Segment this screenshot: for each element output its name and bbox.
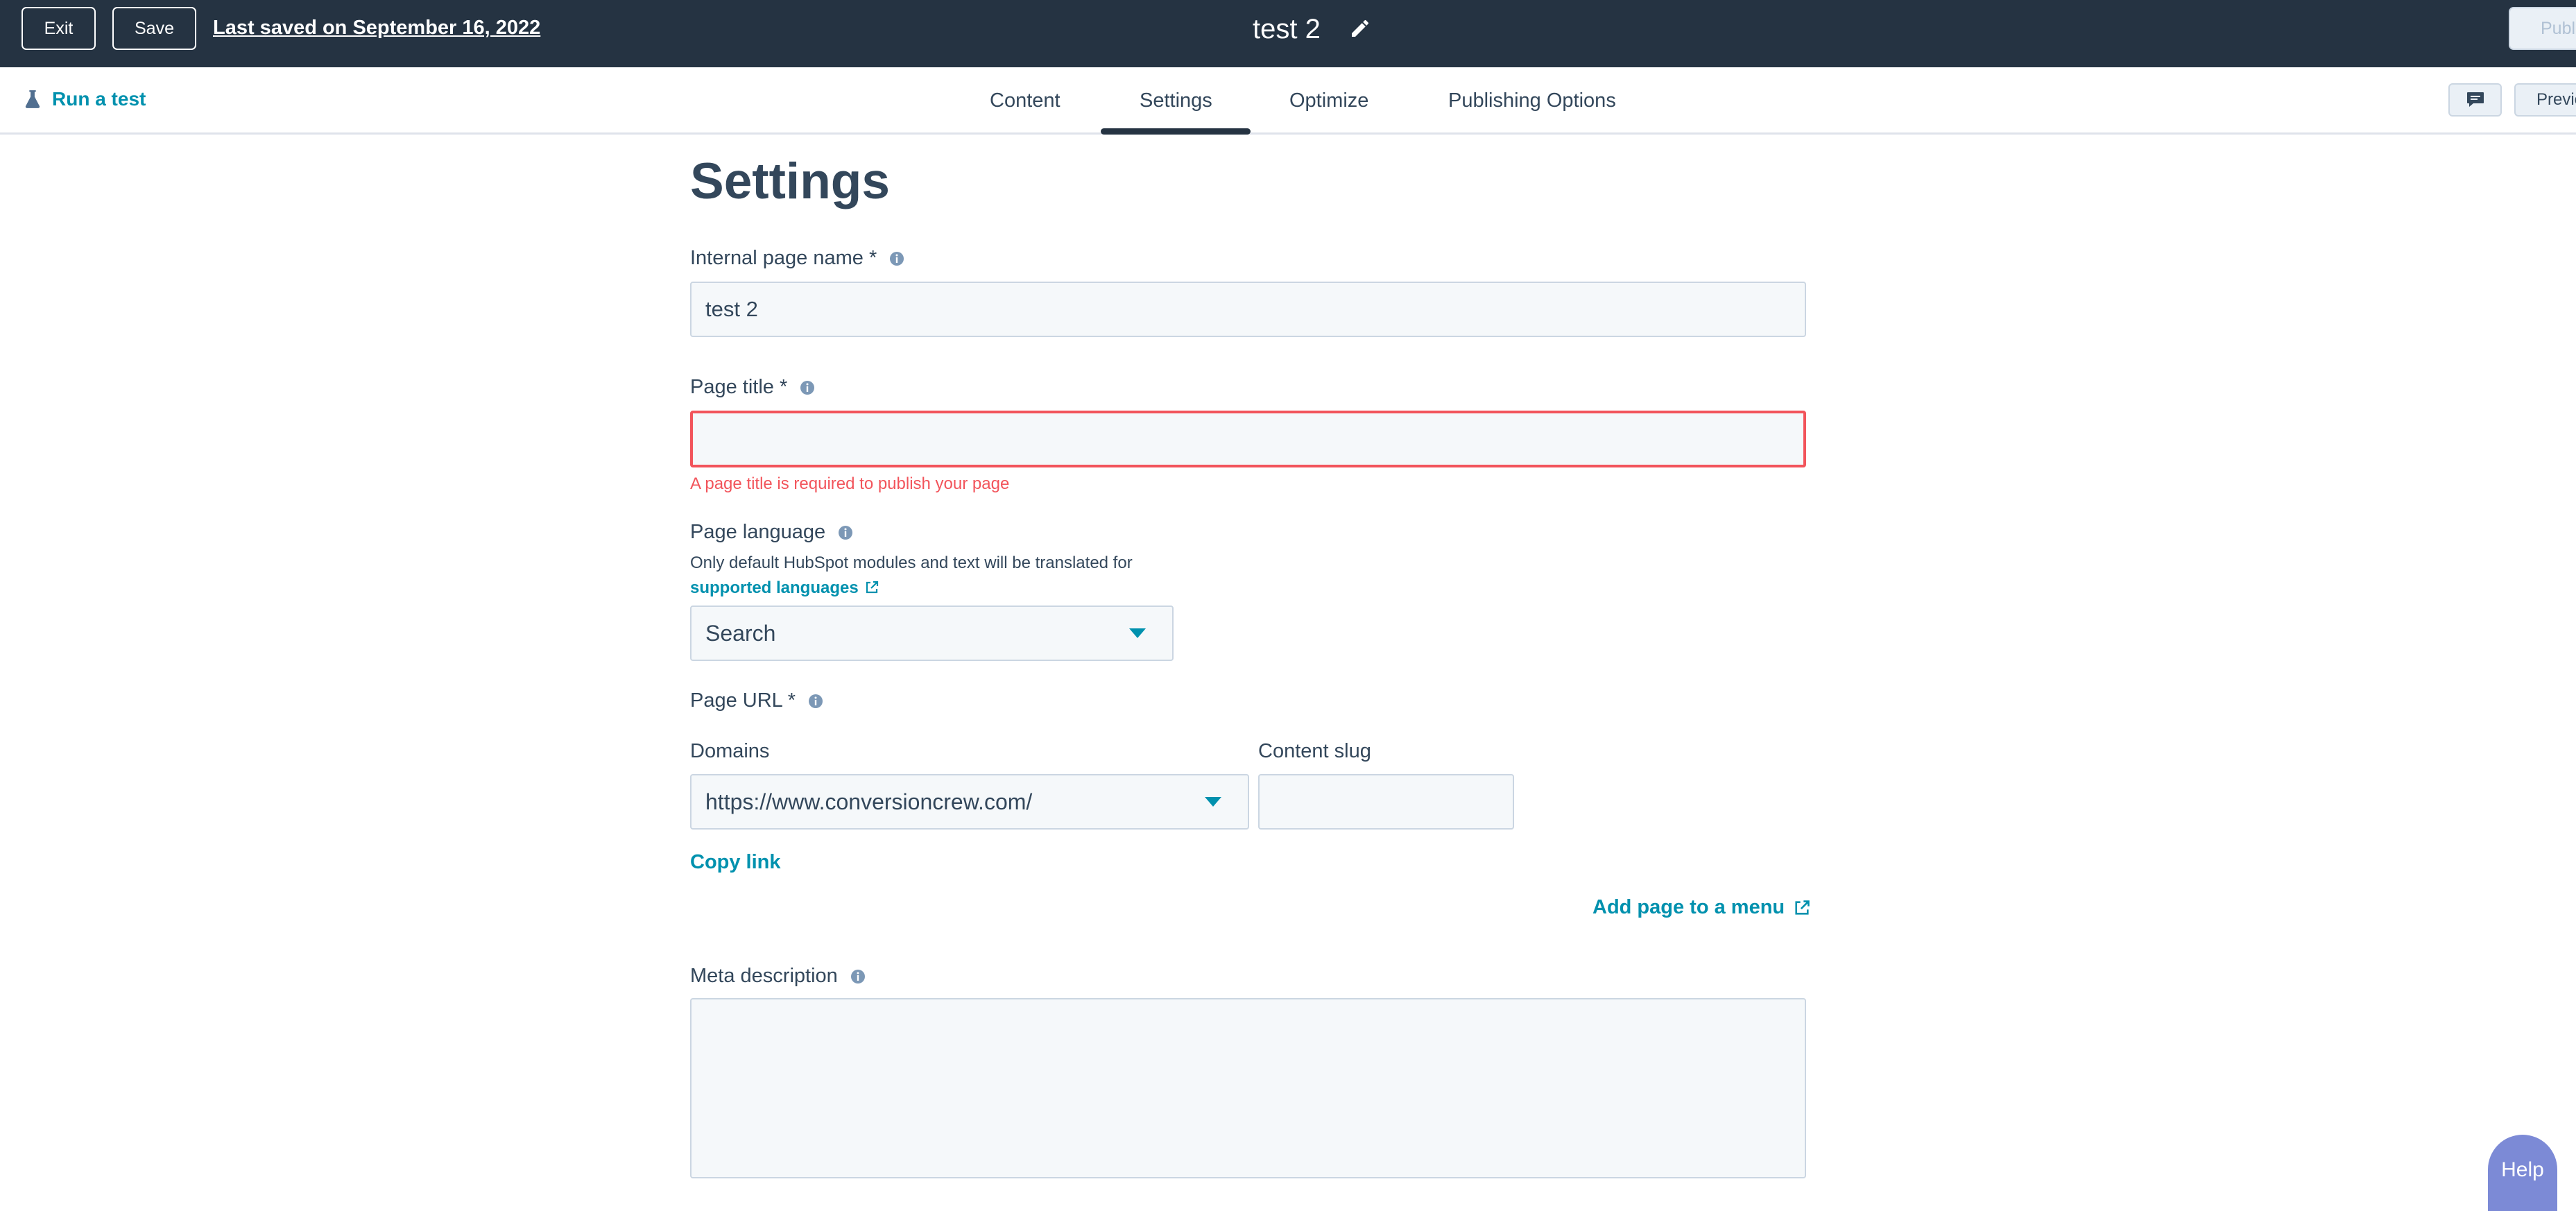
info-icon[interactable] [838,525,853,540]
internal-page-name-label-text: Internal page name * [690,247,877,269]
page-language-help: Only default HubSpot modules and text wi… [690,551,1133,601]
external-link-icon [866,581,878,594]
external-link-icon [1795,900,1810,915]
caret-down-icon [1205,797,1221,807]
meta-description-textarea[interactable] [690,998,1806,1178]
tab-bar: Run a test Content Settings Optimize Pub… [0,67,2576,135]
page-title-label-text: Page title * [690,376,788,398]
page-language-help-text: Only default HubSpot modules and text wi… [690,553,1133,572]
meta-description-label-text: Meta description [690,965,838,987]
page-heading: Settings [690,153,890,209]
add-page-to-menu-label: Add page to a menu [1592,896,1785,918]
page-title-label: Page title * [690,376,815,399]
info-icon[interactable] [808,694,823,709]
help-button[interactable]: Help [2488,1135,2557,1211]
copy-link[interactable]: Copy link [690,851,781,874]
page-title-input[interactable] [690,411,1806,467]
tab-publishing-options[interactable]: Publishing Options [1448,89,1616,112]
comment-button[interactable] [2448,83,2502,117]
content-slug-label: Content slug [1258,740,1371,762]
page-url-label-text: Page URL * [690,689,796,712]
run-a-test-link[interactable]: Run a test [24,88,146,110]
comment-icon [2466,92,2484,107]
save-button[interactable]: Save [112,7,196,50]
publish-button[interactable]: Publish [2509,7,2576,50]
active-tab-indicator [1101,128,1251,135]
page-title-error: A page title is required to publish your… [690,474,1010,493]
last-saved-link[interactable]: Last saved on September 16, 2022 [213,17,540,40]
page-language-placeholder: Search [705,620,776,646]
info-icon[interactable] [889,251,904,266]
tab-content[interactable]: Content [990,89,1061,112]
meta-description-label: Meta description [690,965,866,988]
internal-page-name-input[interactable] [690,282,1806,337]
run-a-test-label: Run a test [52,88,146,110]
internal-page-name-label: Internal page name * [690,247,904,270]
page-url-label: Page URL * [690,689,823,712]
exit-button[interactable]: Exit [22,7,96,50]
domain-value: https://www.conversioncrew.com/ [705,789,1033,814]
add-page-to-menu-link[interactable]: Add page to a menu [1592,896,1811,919]
flask-icon [25,90,40,108]
info-icon[interactable] [800,380,815,395]
content-slug-input[interactable] [1258,774,1514,830]
page-name-title: test 2 [1253,14,1321,44]
supported-languages-link[interactable]: supported languages [690,578,859,597]
tab-settings[interactable]: Settings [1140,89,1212,112]
domains-label: Domains [690,740,770,762]
tab-optimize[interactable]: Optimize [1289,89,1368,112]
top-bar: Exit Save Last saved on September 16, 20… [0,0,2576,67]
pencil-icon[interactable] [1349,17,1371,40]
caret-down-icon [1129,628,1146,638]
domain-select[interactable]: https://www.conversioncrew.com/ [690,774,1249,830]
page-language-label: Page language [690,521,853,544]
info-icon[interactable] [850,969,866,984]
page-language-select[interactable]: Search [690,606,1174,661]
preview-button[interactable]: Preview [2514,83,2576,117]
page-language-label-text: Page language [690,521,826,543]
